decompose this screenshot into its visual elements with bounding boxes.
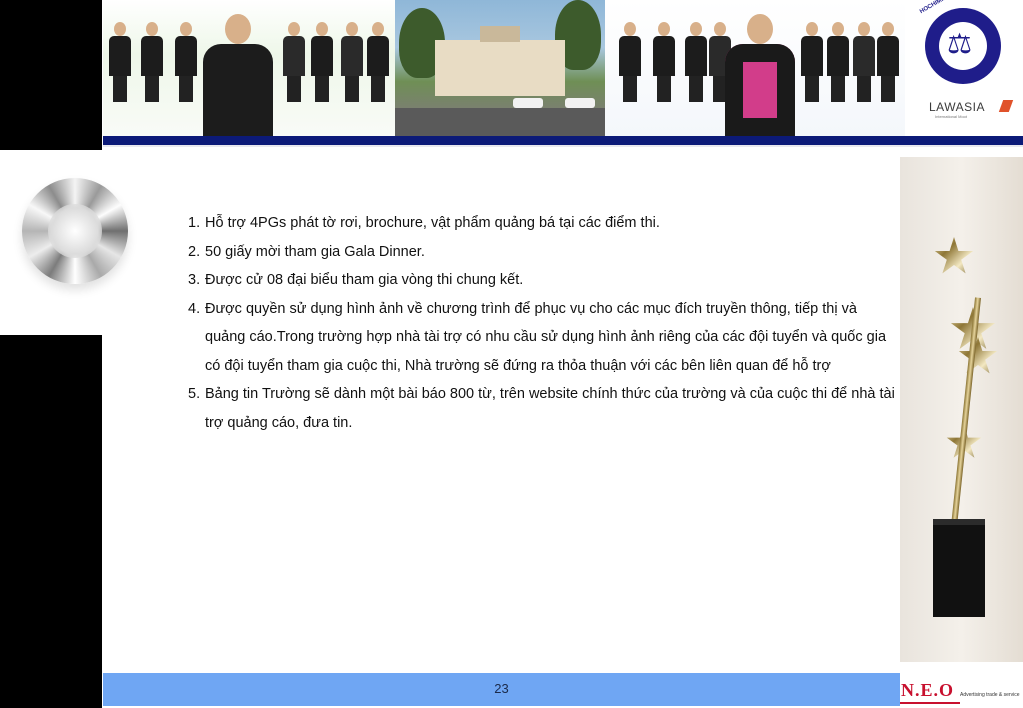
trophy-star-icon: [934, 237, 974, 274]
road: [395, 108, 605, 136]
trophy-image: [900, 157, 1023, 662]
header-navy-strip: [103, 136, 1023, 145]
person-figure: [801, 22, 823, 102]
business-group-photo-left: [103, 0, 395, 136]
person-figure: [109, 22, 131, 102]
person-figure: [367, 22, 389, 102]
sponsor-benefits-list: 1. Hỗ trợ 4PGs phát tờ rơi, brochure, vật…: [188, 209, 900, 437]
header-divider: [103, 145, 1023, 147]
person-figure: [619, 22, 641, 102]
list-number: 5.: [188, 386, 201, 402]
neo-tagline: Advertising trade & service: [960, 692, 1020, 698]
lawasia-brand-text: LAWASIA: [929, 100, 985, 114]
list-number: 3.: [188, 272, 201, 288]
person-figure: [877, 22, 899, 102]
list-item-text: Bảng tin Trường sẽ dành một bài báo 800 …: [205, 386, 895, 431]
header-banner: ⚖ HOCHIMINH CITY UNIVERSITY OF LAW LAWAS…: [103, 0, 1023, 136]
list-item-text: Được quyền sử dụng hình ảnh về chương tr…: [205, 300, 887, 374]
person-figure: [341, 22, 363, 102]
lawasia-mark-icon: [998, 100, 1014, 112]
university-logo: ⚖ HOCHIMINH CITY UNIVERSITY OF LAW LAWAS…: [905, 0, 1023, 136]
neo-logo: N.E.O Advertising trade & service: [900, 674, 1023, 708]
list-number: 2.: [188, 243, 201, 260]
person-figure: [175, 22, 197, 102]
list-item: 1. Hỗ trợ 4PGs phát tờ rơi, brochure, vật…: [188, 209, 900, 238]
person-figure: [311, 22, 333, 102]
neo-logo-text: N.E.O: [901, 680, 955, 700]
person-figure-foreground: [203, 14, 273, 136]
list-item-text: Được cử 08 đại biểu tham gia vòng thi ch…: [205, 272, 524, 288]
scale-icon: ⚖: [947, 28, 973, 59]
footer-bar: 23: [103, 673, 900, 706]
list-item: 3. Được cử 08 đại biểu tham gia vòng thi …: [188, 266, 900, 295]
person-figure: [853, 22, 875, 102]
diamond-image: [0, 156, 145, 334]
list-item-text: 50 giấy mời tham gia Gala Dinner.: [205, 243, 425, 260]
list-item: 5. Bảng tin Trường sẽ dành một bài báo 80…: [188, 380, 900, 437]
list-number: 4.: [188, 300, 201, 317]
trophy-base: [933, 525, 985, 617]
person-figure: [827, 22, 849, 102]
person-figure: [653, 22, 675, 102]
left-black-band-top: [0, 0, 102, 150]
list-number: 1.: [188, 215, 201, 231]
person-figure: [141, 22, 163, 102]
lawasia-subtext: International Moot: [935, 114, 968, 119]
person-figure: [283, 22, 305, 102]
business-group-photo-right: [605, 0, 905, 136]
car: [513, 98, 543, 108]
page-number: 23: [494, 681, 509, 696]
list-item-text: Hỗ trợ 4PGs phát tờ rơi, brochure, vật p…: [205, 215, 660, 231]
car: [565, 98, 595, 108]
left-black-band-bottom: [0, 335, 102, 708]
person-figure-foreground: [725, 14, 795, 136]
list-item: 4. Được quyền sử dụng hình ảnh về chương …: [188, 295, 900, 381]
building: [435, 26, 565, 96]
list-item: 2. 50 giấy mời tham gia Gala Dinner.: [188, 238, 900, 267]
city-building-photo: [395, 0, 605, 136]
person-figure: [685, 22, 707, 102]
